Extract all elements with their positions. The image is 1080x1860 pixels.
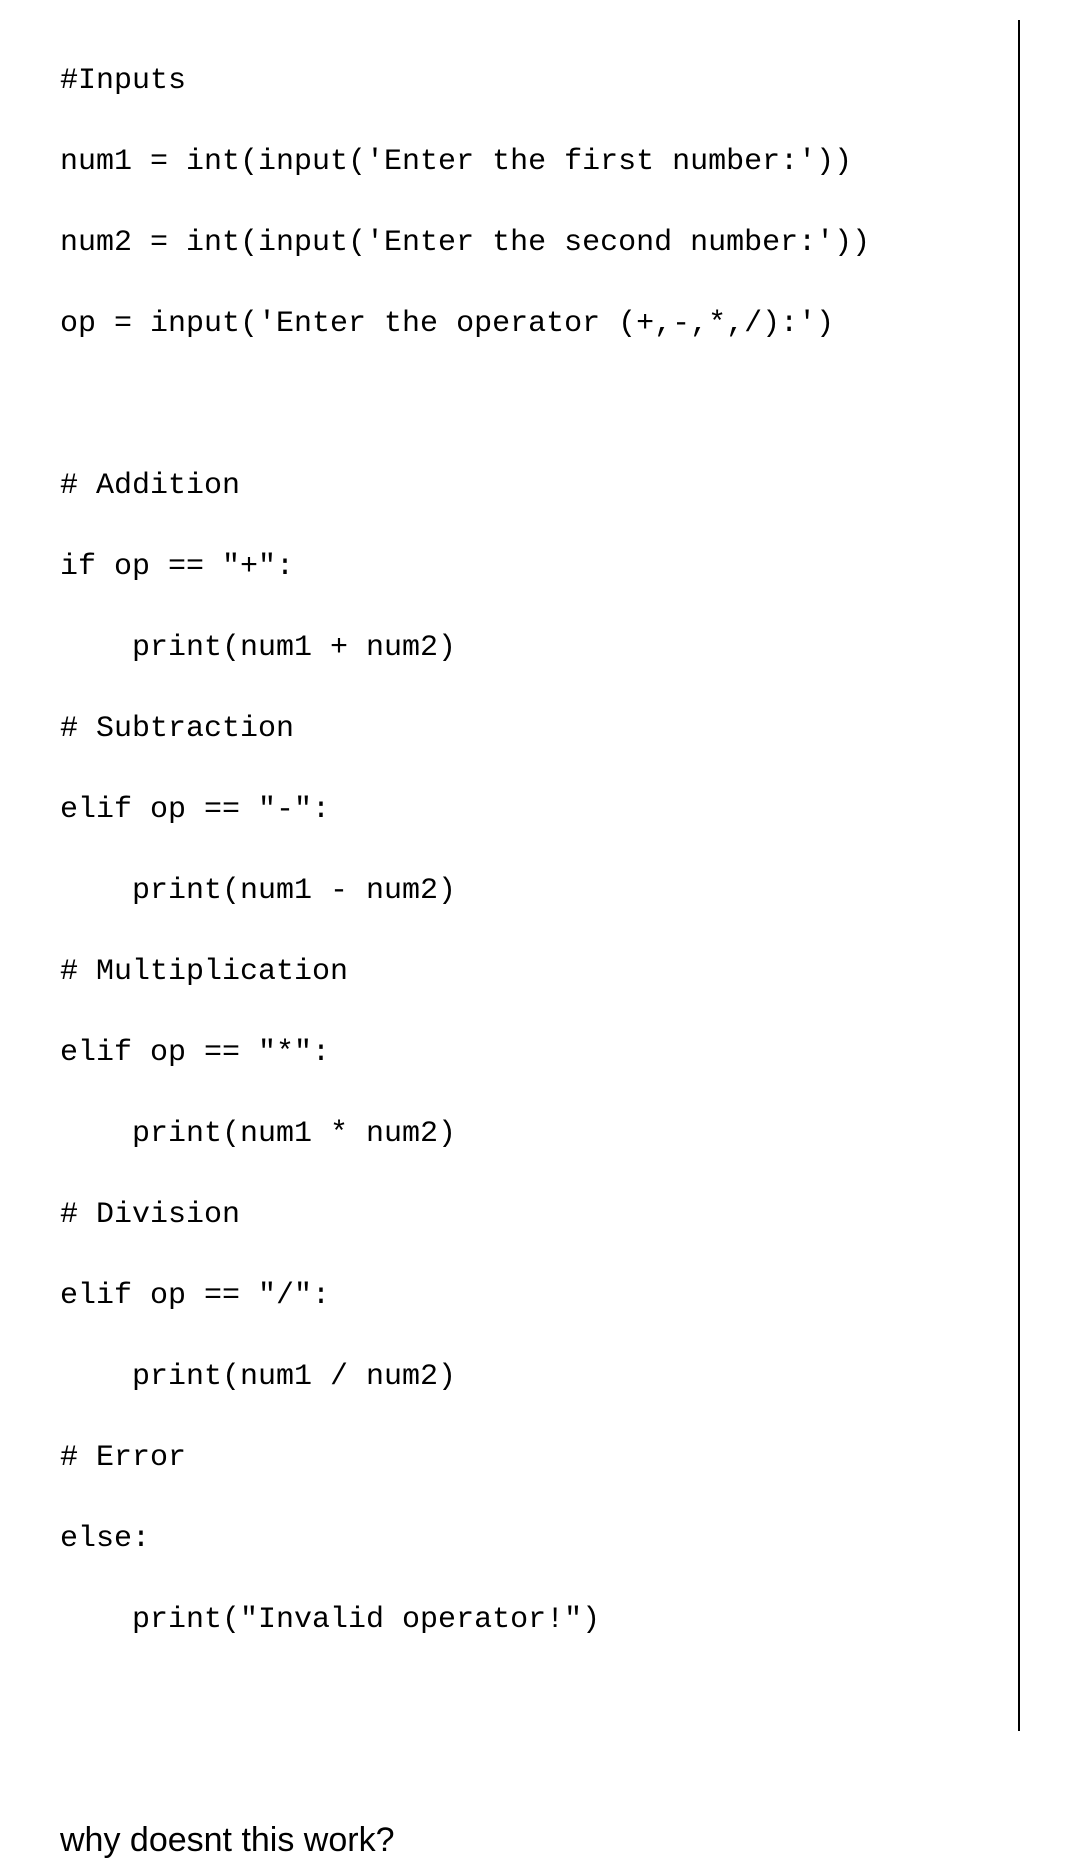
code-line xyxy=(60,385,998,426)
code-line: # Addition xyxy=(60,466,998,507)
code-line: print(num1 * num2) xyxy=(60,1114,998,1155)
code-line: elif op == "/": xyxy=(60,1276,998,1317)
code-line: num2 = int(input('Enter the second numbe… xyxy=(60,223,998,264)
question-text: why doesnt this work? xyxy=(60,1821,1020,1860)
code-line: print(num1 / num2) xyxy=(60,1357,998,1398)
code-line: elif op == "-": xyxy=(60,790,998,831)
code-line: print(num1 - num2) xyxy=(60,871,998,912)
code-block: #Inputs num1 = int(input('Enter the firs… xyxy=(60,20,1020,1731)
code-line: # Division xyxy=(60,1195,998,1236)
code-line: op = input('Enter the operator (+,-,*,/)… xyxy=(60,304,998,345)
code-line: # Error xyxy=(60,1438,998,1479)
code-line: print(num1 + num2) xyxy=(60,628,998,669)
code-line: # Multiplication xyxy=(60,952,998,993)
code-line: # Subtraction xyxy=(60,709,998,750)
code-line: if op == "+": xyxy=(60,547,998,588)
code-line: elif op == "*": xyxy=(60,1033,998,1074)
code-line: #Inputs xyxy=(60,61,998,102)
code-line: num1 = int(input('Enter the first number… xyxy=(60,142,998,183)
code-line: else: xyxy=(60,1519,998,1560)
code-line: print("Invalid operator!") xyxy=(60,1600,998,1641)
